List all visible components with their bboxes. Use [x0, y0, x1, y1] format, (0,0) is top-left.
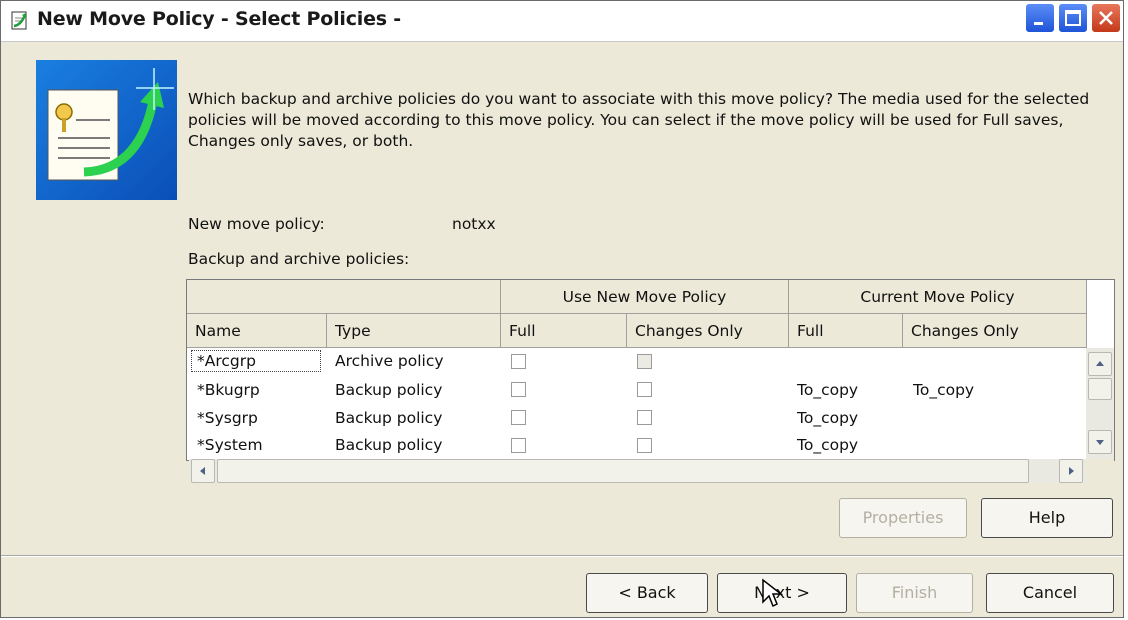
use-full-checkbox[interactable] — [511, 410, 526, 425]
use-full-checkbox[interactable] — [511, 354, 526, 369]
scroll-left-button[interactable] — [191, 459, 215, 483]
use-changes-checkbox[interactable] — [637, 354, 652, 369]
arrow-up-icon — [1096, 361, 1104, 366]
separator — [1, 555, 1123, 557]
current-full-value: To_copy — [797, 409, 859, 427]
policies-table-label: Backup and archive policies: — [188, 250, 410, 268]
use-full-checkbox[interactable] — [511, 382, 526, 397]
horizontal-scrollbar[interactable] — [189, 459, 1086, 483]
row-type: Backup policy — [335, 381, 443, 399]
mouse-cursor-icon — [762, 578, 783, 608]
cancel-button[interactable]: Cancel — [986, 573, 1114, 613]
current-full-value: To_copy — [797, 381, 859, 399]
scroll-up-button[interactable] — [1088, 352, 1112, 376]
help-button[interactable]: Help — [981, 498, 1113, 538]
column-header-use-full[interactable]: Full — [501, 314, 627, 348]
table-row[interactable]: *System Backup policy To_copy — [187, 429, 1086, 457]
row-type: Backup policy — [335, 409, 443, 427]
row-name: *Sysgrp — [197, 409, 258, 427]
row-type: Backup policy — [335, 436, 443, 454]
maximize-icon — [1065, 10, 1081, 26]
use-changes-checkbox[interactable] — [637, 410, 652, 425]
current-full-value: To_copy — [797, 436, 859, 454]
column-header-name[interactable]: Name — [187, 314, 327, 348]
row-name: *System — [197, 436, 263, 454]
finish-button[interactable]: Finish — [856, 573, 973, 613]
column-header-type[interactable]: Type — [327, 314, 501, 348]
arrow-left-icon — [200, 467, 205, 475]
policy-icon — [11, 11, 27, 30]
minimize-icon — [1034, 22, 1043, 25]
scroll-thumb[interactable] — [1088, 378, 1112, 400]
arrow-down-icon — [1096, 440, 1104, 445]
dialog-window: New Move Policy - Select Policies - Whic… — [0, 0, 1124, 618]
minimize-button[interactable] — [1025, 3, 1055, 33]
close-button[interactable] — [1091, 3, 1121, 33]
intro-text: Which backup and archive policies do you… — [188, 90, 1090, 150]
maximize-button[interactable] — [1058, 3, 1088, 33]
column-header-use-changes[interactable]: Changes Only — [627, 314, 789, 348]
horizontal-scroll-thumb[interactable] — [217, 459, 1029, 483]
use-changes-checkbox[interactable] — [637, 382, 652, 397]
arrow-right-icon — [1069, 467, 1074, 475]
window-title: New Move Policy - Select Policies - — [37, 8, 401, 30]
row-type: Archive policy — [335, 352, 444, 370]
scroll-down-button[interactable] — [1088, 430, 1112, 454]
header-spacer — [187, 280, 501, 314]
properties-button[interactable]: Properties — [839, 498, 967, 538]
group-header-current: Current Move Policy — [789, 280, 1087, 314]
row-name: *Bkugrp — [197, 381, 260, 399]
move-policy-label: New move policy: — [188, 215, 325, 233]
vertical-scrollbar[interactable] — [1086, 348, 1114, 460]
scrollbar-corner — [1086, 459, 1114, 483]
use-changes-checkbox[interactable] — [637, 438, 652, 453]
wizard-graphic-icon — [36, 60, 177, 200]
current-changes-value: To_copy — [913, 381, 975, 399]
back-button[interactable]: < Back — [586, 573, 708, 613]
close-icon — [1099, 11, 1113, 25]
move-policy-value: notxx — [452, 215, 496, 233]
use-full-checkbox[interactable] — [511, 438, 526, 453]
scroll-right-button[interactable] — [1059, 459, 1083, 483]
title-bar: New Move Policy - Select Policies - — [1, 1, 1123, 42]
group-header-use-new: Use New Move Policy — [501, 280, 789, 314]
column-header-current-changes[interactable]: Changes Only — [903, 314, 1087, 348]
row-name: *Arcgrp — [197, 352, 256, 370]
column-header-current-full[interactable]: Full — [789, 314, 903, 348]
